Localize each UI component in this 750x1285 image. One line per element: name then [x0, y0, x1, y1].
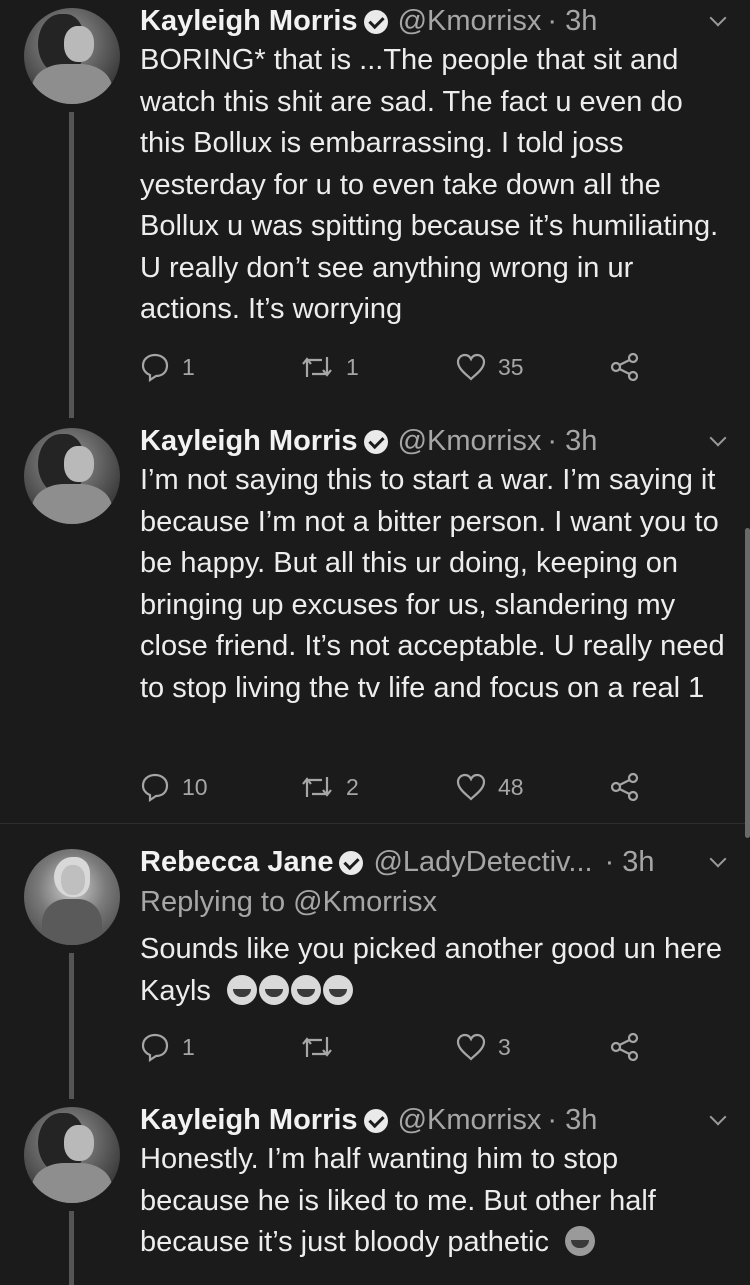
tweet-text-container: Honestly. I’m half wanting him to stop b… [140, 1139, 730, 1264]
share-icon [610, 772, 639, 802]
author-handle[interactable]: @LadyDetectiv... [373, 846, 592, 879]
face-with-tears-of-joy-icon [258, 974, 289, 1005]
avatar[interactable] [24, 1107, 120, 1203]
reply-button[interactable]: 10 [140, 769, 208, 805]
tweet-actions: 10 2 48 [140, 769, 660, 805]
avatar[interactable] [24, 849, 120, 945]
thread-line [69, 1211, 74, 1285]
avatar[interactable] [24, 8, 120, 104]
share-button[interactable] [610, 349, 640, 385]
share-button[interactable] [610, 1029, 640, 1065]
verified-badge-icon [363, 430, 388, 454]
retweet-count: 2 [346, 773, 359, 800]
replying-to[interactable]: Replying to @Kmorrisx [140, 886, 437, 919]
tweet-text: BORING* that is ...The people that sit a… [140, 44, 719, 325]
reply-count: 10 [182, 773, 208, 800]
author-name[interactable]: Kayleigh Morris [140, 425, 358, 458]
avatar[interactable] [24, 428, 120, 524]
retweet-icon [302, 357, 332, 377]
tweet-header: Kayleigh Morris @Kmorrisx · 3h [140, 0, 597, 42]
reply-count: 1 [182, 1033, 195, 1060]
reply-icon [141, 1033, 169, 1062]
timestamp[interactable]: · 3h [547, 5, 597, 38]
reply-count: 1 [182, 353, 195, 380]
share-button[interactable] [610, 769, 640, 805]
timestamp[interactable]: · 3h [547, 425, 597, 458]
tweet-1[interactable]: Kayleigh Morris @Kmorrisx · 3h BORING* t… [0, 0, 750, 420]
tweet-header: Kayleigh Morris @Kmorrisx · 3h [140, 420, 597, 462]
tweet-actions: 1 1 35 [140, 349, 660, 385]
reply-icon [141, 353, 169, 382]
like-count: 3 [498, 1033, 511, 1060]
person-facepalming-icon [565, 1226, 596, 1256]
author-name[interactable]: Kayleigh Morris [140, 1104, 358, 1137]
scrollbar[interactable] [745, 528, 750, 838]
author-name[interactable]: Kayleigh Morris [140, 5, 358, 38]
heart-icon [456, 773, 486, 801]
like-button[interactable]: 48 [456, 769, 524, 805]
retweet-icon [302, 777, 332, 797]
verified-badge-icon [363, 10, 388, 34]
thread-line [69, 953, 74, 1099]
tweet-actions: 1 3 [140, 1029, 660, 1065]
tweet-text: I’m not saying this to start a war. I’m … [140, 464, 725, 704]
like-button[interactable]: 3 [456, 1029, 511, 1065]
timestamp[interactable]: · 3h [605, 846, 655, 879]
tweet-2[interactable]: Kayleigh Morris @Kmorrisx · 3h I’m not s… [0, 420, 750, 823]
tweet-header: Kayleigh Morris @Kmorrisx · 3h [140, 1099, 597, 1141]
chevron-down-icon[interactable] [709, 850, 727, 868]
face-with-tears-of-joy-icon [290, 974, 321, 1005]
retweet-count: 1 [346, 353, 359, 380]
verified-badge-icon [339, 851, 364, 875]
chevron-down-icon[interactable] [709, 9, 727, 27]
like-count: 35 [498, 353, 524, 380]
retweet-button[interactable]: 1 [300, 349, 359, 385]
chevron-down-icon[interactable] [709, 1108, 727, 1126]
reply-button[interactable]: 1 [140, 349, 195, 385]
reply-icon [141, 773, 169, 802]
retweet-button[interactable]: 2 [300, 769, 359, 805]
tweet-header: Rebecca Jane @LadyDetectiv... · 3h [140, 841, 655, 883]
retweet-icon [302, 1037, 332, 1057]
reply-button[interactable]: 1 [140, 1029, 195, 1065]
like-button[interactable]: 35 [456, 349, 524, 385]
retweet-button[interactable] [300, 1029, 346, 1065]
face-with-tears-of-joy-icon [322, 974, 353, 1005]
author-handle[interactable]: @Kmorrisx [398, 5, 542, 38]
author-handle[interactable]: @Kmorrisx [398, 1104, 542, 1137]
tweet-3[interactable]: Rebecca Jane @LadyDetectiv... · 3h Reply… [0, 841, 750, 1099]
author-name[interactable]: Rebecca Jane [140, 846, 333, 879]
chevron-down-icon[interactable] [709, 429, 727, 447]
thread-line [69, 112, 74, 418]
tweet-4[interactable]: Kayleigh Morris @Kmorrisx · 3h Honestly.… [0, 1099, 750, 1285]
heart-icon [456, 1033, 486, 1061]
divider [0, 823, 750, 824]
face-with-tears-of-joy-icon [226, 974, 257, 1005]
share-icon [610, 1032, 639, 1062]
author-handle[interactable]: @Kmorrisx [398, 425, 542, 458]
timestamp[interactable]: · 3h [547, 1104, 597, 1137]
verified-badge-icon [363, 1109, 388, 1133]
share-icon [610, 352, 639, 382]
heart-icon [456, 353, 486, 381]
tweet-text-container: Sounds like you picked another good un h… [140, 929, 730, 1012]
like-count: 48 [498, 773, 524, 800]
